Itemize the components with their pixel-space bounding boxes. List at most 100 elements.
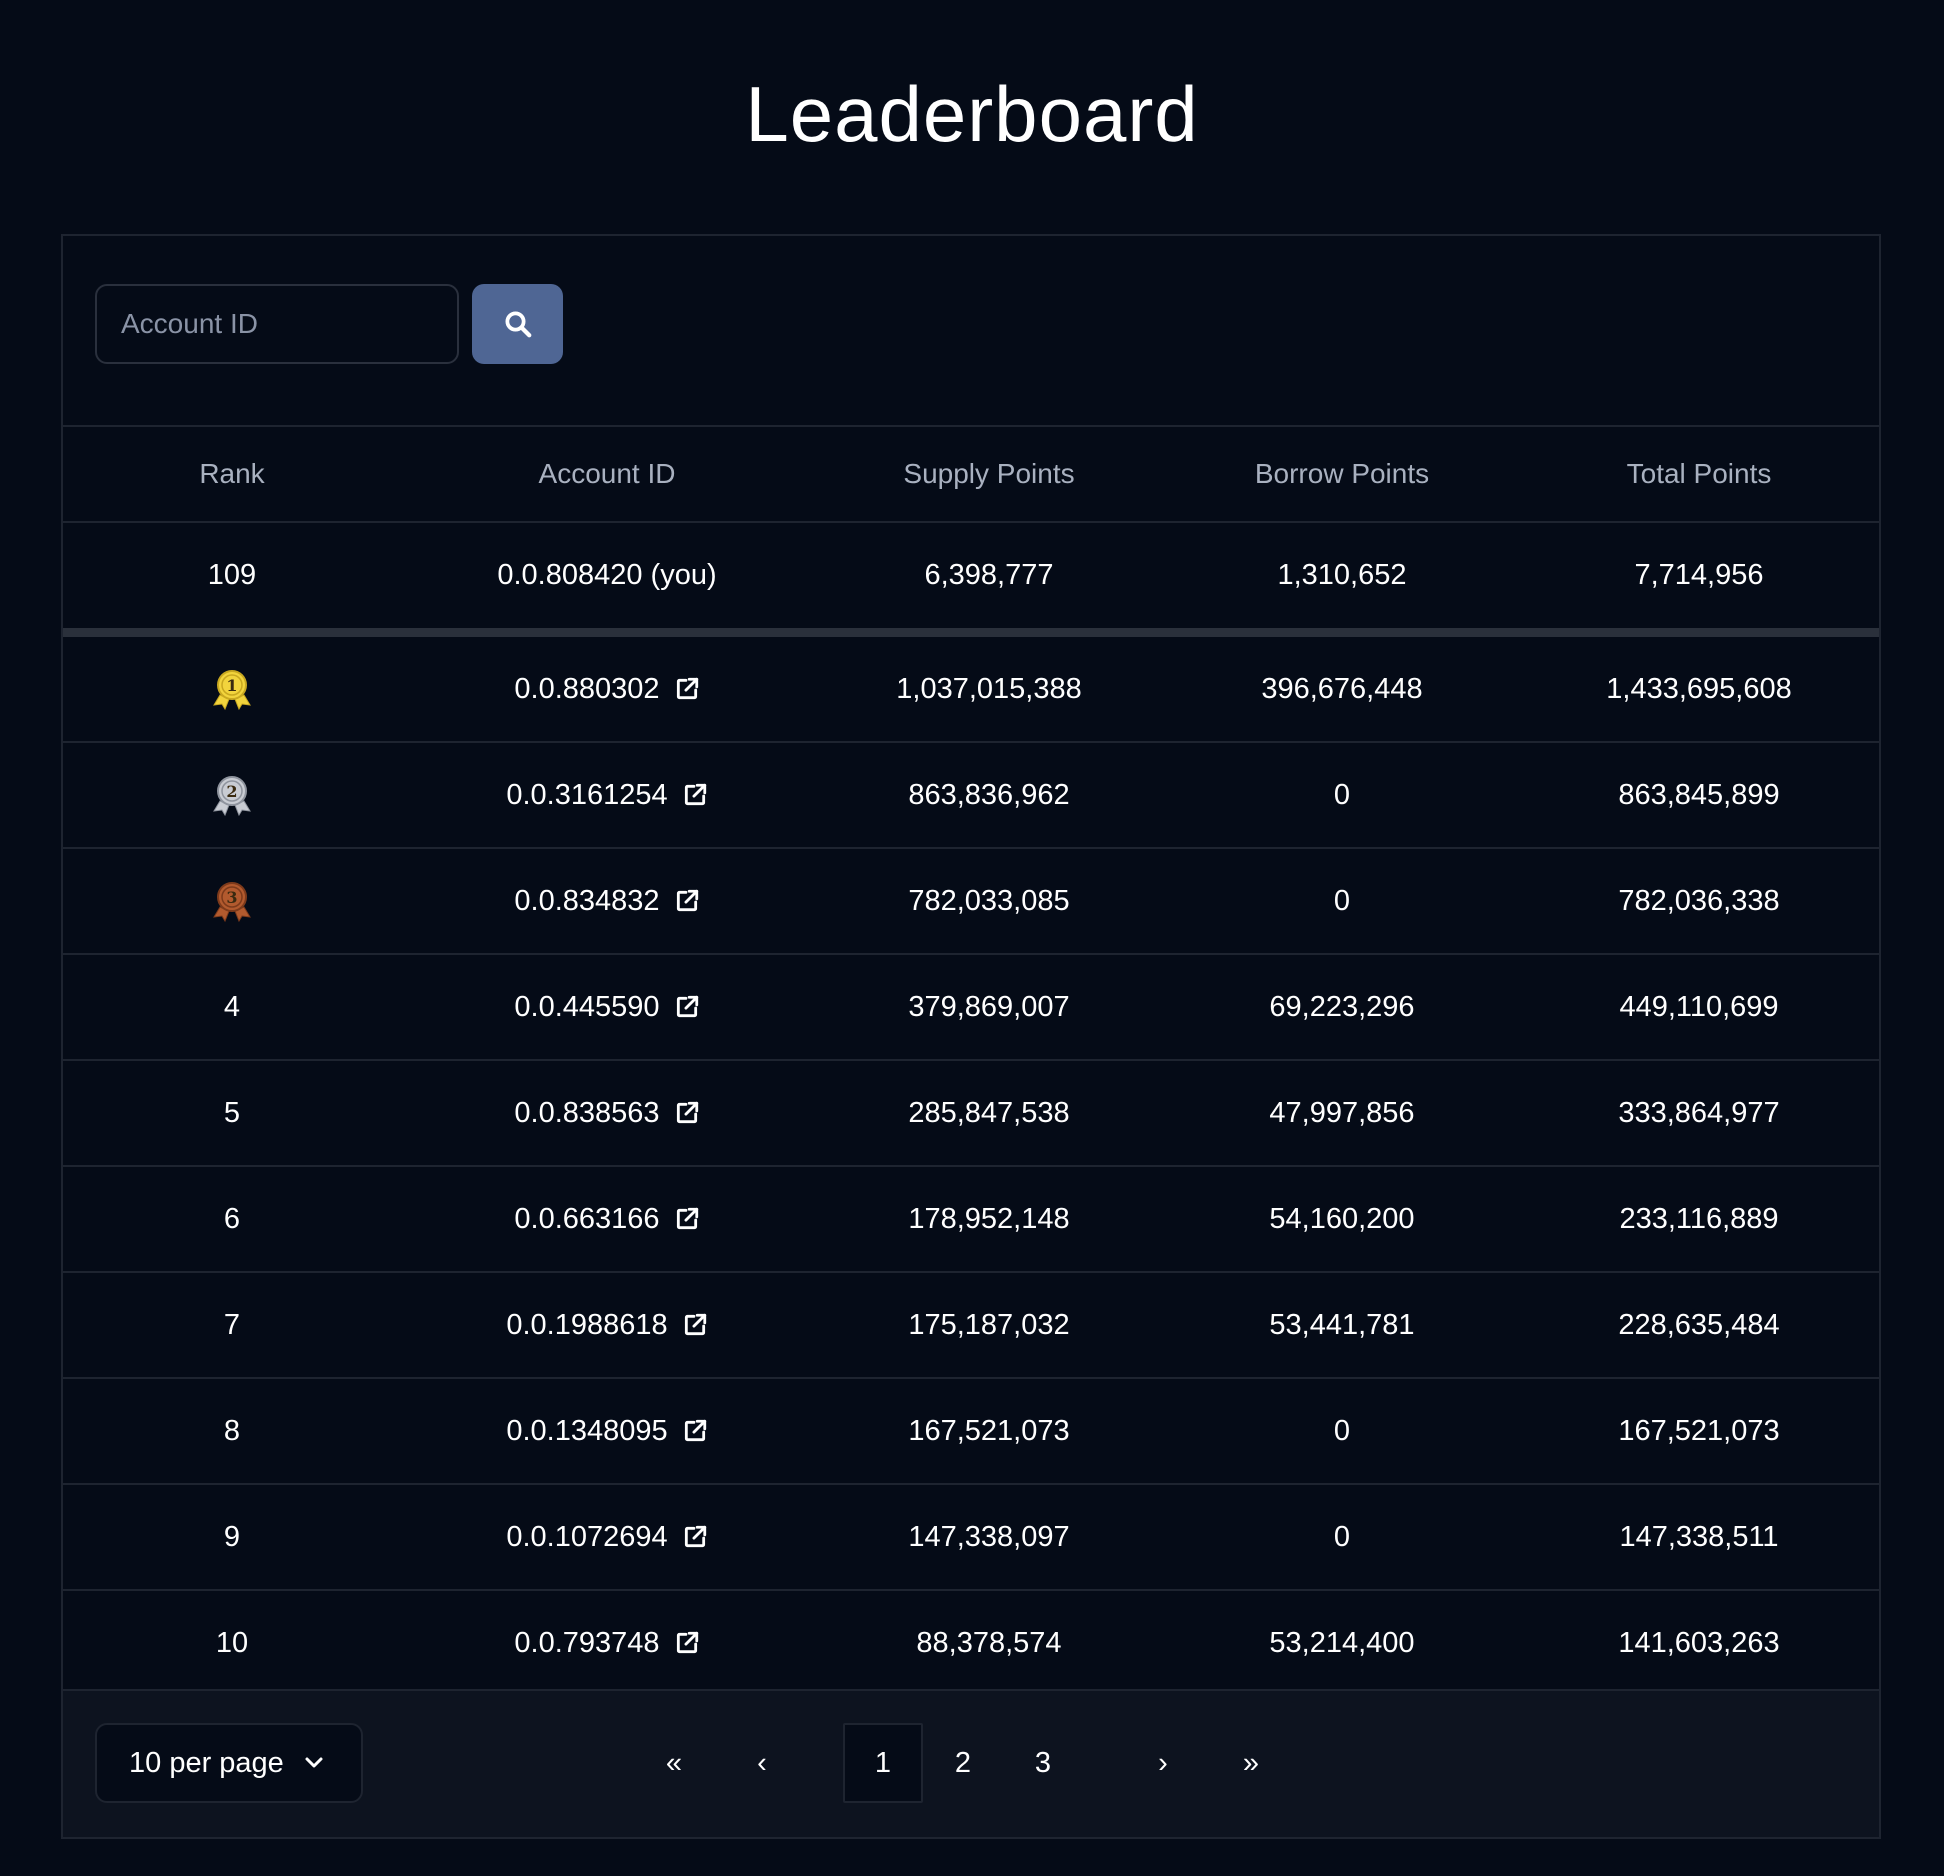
account-id-text: 0.0.838563 <box>514 1096 660 1129</box>
borrow-points-cell: 54,160,200 <box>1165 1166 1519 1273</box>
account-id-text: 0.0.1988618 <box>506 1308 668 1341</box>
column-header-borrow-points: Borrow Points <box>1165 427 1519 523</box>
page-1-button[interactable]: 1 <box>843 1723 923 1803</box>
account-id-cell: 0.0.1072694 <box>401 1484 813 1591</box>
next-page-button[interactable]: › <box>1123 1723 1203 1803</box>
supply-points-cell: 88,378,574 <box>916 1626 1062 1659</box>
account-link[interactable]: 0.0.880302 <box>514 673 699 706</box>
account-id-cell: 0.0.663166 <box>401 1166 813 1273</box>
external-link-icon[interactable] <box>682 1524 708 1550</box>
supply-points-cell: 379,869,007 <box>813 954 1165 1061</box>
supply-points-cell: 167,521,073 <box>813 1378 1165 1485</box>
account-link[interactable]: 0.0.663166 <box>514 1203 699 1236</box>
borrow-points-cell: 53,214,400 <box>1269 1626 1415 1659</box>
page-2-button[interactable]: 2 <box>923 1723 1003 1803</box>
account-id-cell: 0.0.838563 <box>401 1060 813 1167</box>
total-points-cell: 449,110,699 <box>1519 954 1879 1061</box>
supply-points-cell: 1,037,015,388 <box>813 632 1165 743</box>
search-icon <box>503 309 533 339</box>
borrow-points-cell: 0 <box>1165 1484 1519 1591</box>
page-3-button[interactable]: 3 <box>1003 1723 1083 1803</box>
rank-cell: 6 <box>63 1166 401 1273</box>
supply-points-cell: 863,836,962 <box>813 742 1165 849</box>
account-id-text: 0.0.3161254 <box>506 778 668 811</box>
account-link[interactable]: 0.0.793748 <box>514 1627 699 1660</box>
account-link[interactable]: 0.0.1988618 <box>506 1309 707 1342</box>
table-row: 1 0.0.880302 1,037,015,388 396,676,448 1,433… <box>63 632 1879 743</box>
rank-cell: 8 <box>63 1378 401 1485</box>
column-header-supply-points: Supply Points <box>813 427 1165 523</box>
external-link-icon[interactable] <box>674 676 700 702</box>
external-link-icon[interactable] <box>674 1100 700 1126</box>
account-id-cell: 0.0.3161254 <box>401 742 813 849</box>
account-link[interactable]: 0.0.834832 <box>514 885 699 918</box>
search-button[interactable] <box>472 284 563 364</box>
table-footer: 10 per page « ‹ 1 2 3 › » <box>63 1689 1879 1837</box>
medal-rank-number: 3 <box>226 888 237 907</box>
account-id-cell: 0.0.1348095 <box>401 1378 813 1485</box>
account-id-text: 0.0.793748 <box>514 1626 660 1659</box>
first-page-button[interactable]: « <box>634 1723 714 1803</box>
account-id-cell: 0.0.880302 <box>401 632 813 743</box>
pagination: « ‹ 1 2 3 › » <box>63 1723 1879 1803</box>
table-row: 9 0.0.1072694 147,338,097 0 147,338,511 <box>63 1484 1879 1591</box>
total-points-cell: 782,036,338 <box>1519 848 1879 955</box>
borrow-points-cell: 0 <box>1165 848 1519 955</box>
account-id-text: 0.0.880302 <box>514 672 660 705</box>
account-link[interactable]: 0.0.1348095 <box>506 1415 707 1448</box>
account-id-cell: 0.0.445590 <box>401 954 813 1061</box>
account-link[interactable]: 0.0.445590 <box>514 991 699 1024</box>
account-link[interactable]: 0.0.838563 <box>514 1097 699 1130</box>
external-link-icon[interactable] <box>674 888 700 914</box>
table-row: 3 0.0.834832 782,033,085 0 782,036,338 <box>63 848 1879 955</box>
borrow-points-cell: 47,997,856 <box>1165 1060 1519 1167</box>
account-link[interactable]: 0.0.3161254 <box>506 779 707 812</box>
total-points-cell: 233,116,889 <box>1519 1166 1879 1273</box>
external-link-icon[interactable] <box>682 1418 708 1444</box>
account-id-cell: 0.0.1988618 <box>401 1272 813 1379</box>
borrow-points-cell: 396,676,448 <box>1165 632 1519 743</box>
account-id-search-input[interactable] <box>95 284 459 364</box>
supply-points-cell: 178,952,148 <box>813 1166 1165 1273</box>
supply-points-cell: 147,338,097 <box>813 1484 1165 1591</box>
total-points-cell: 141,603,263 <box>1618 1626 1780 1659</box>
column-header-rank: Rank <box>63 427 401 523</box>
table-row: 2 0.0.3161254 863,836,962 0 863,845,899 <box>63 742 1879 849</box>
borrow-points-cell: 0 <box>1165 1378 1519 1485</box>
account-link[interactable]: 0.0.1072694 <box>506 1521 707 1554</box>
previous-page-button[interactable]: ‹ <box>722 1723 802 1803</box>
silver-medal-icon: 2 <box>210 773 254 817</box>
table-header-row: Rank Account ID Supply Points Borrow Poi… <box>63 427 1879 523</box>
column-header-total-points: Total Points <box>1519 427 1879 523</box>
borrow-points-cell: 53,441,781 <box>1165 1272 1519 1379</box>
bronze-medal-icon: 3 <box>210 879 254 923</box>
external-link-icon[interactable] <box>674 1630 700 1656</box>
account-id-text: 0.0.1348095 <box>506 1414 668 1447</box>
last-page-button[interactable]: » <box>1211 1723 1291 1803</box>
total-points-cell: 167,521,073 <box>1519 1378 1879 1485</box>
total-points-cell: 1,433,695,608 <box>1519 632 1879 743</box>
external-link-icon[interactable] <box>674 1206 700 1232</box>
borrow-points-cell: 0 <box>1165 742 1519 849</box>
rank-cell: 10 <box>215 1626 249 1659</box>
leaderboard-table: Rank Account ID Supply Points Borrow Poi… <box>63 427 1879 1695</box>
total-points-cell: 228,635,484 <box>1519 1272 1879 1379</box>
table-row: 7 0.0.1988618 175,187,032 53,441,781 228,635… <box>63 1272 1879 1379</box>
table-row: 8 0.0.1348095 167,521,073 0 167,521,073 <box>63 1378 1879 1485</box>
account-id-cell: 0.0.808420 (you) <box>401 522 813 637</box>
rank-cell: 2 <box>63 742 401 849</box>
rank-cell: 5 <box>63 1060 401 1167</box>
rank-cell: 9 <box>63 1484 401 1591</box>
supply-points-cell: 782,033,085 <box>813 848 1165 955</box>
external-link-icon[interactable] <box>674 994 700 1020</box>
leaderboard-panel: Rank Account ID Supply Points Borrow Poi… <box>61 234 1881 1839</box>
medal-rank-number: 2 <box>226 782 237 801</box>
supply-points-cell: 175,187,032 <box>813 1272 1165 1379</box>
borrow-points-cell: 1,310,652 <box>1165 522 1519 637</box>
external-link-icon[interactable] <box>682 782 708 808</box>
supply-points-cell: 285,847,538 <box>813 1060 1165 1167</box>
account-id-text: 0.0.1072694 <box>506 1520 668 1553</box>
external-link-icon[interactable] <box>682 1312 708 1338</box>
current-user-row: 109 0.0.808420 (you) 6,398,777 1,310,652… <box>63 522 1879 637</box>
table-row: 10 0.0.793748 88,378,574 53,214,400 141,603,… <box>63 1590 1879 1695</box>
